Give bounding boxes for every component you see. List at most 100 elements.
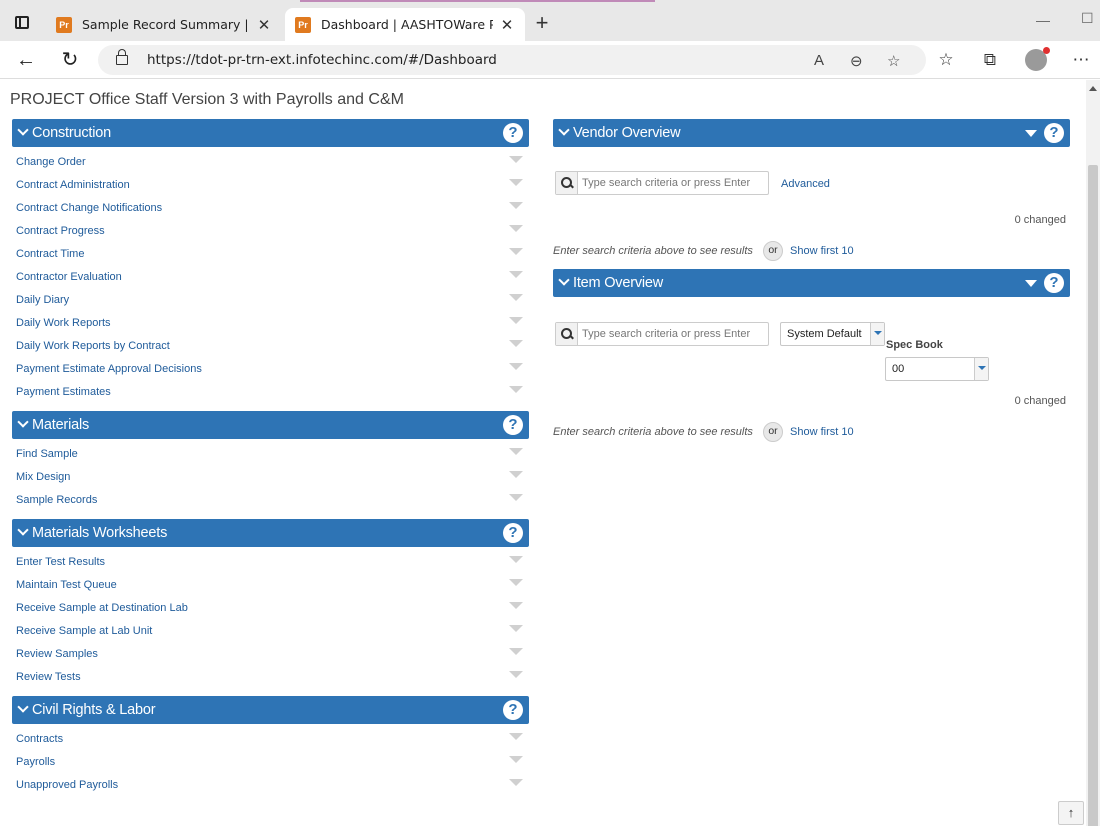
- chevron-down-icon[interactable]: [18, 703, 27, 712]
- component-link[interactable]: Maintain Test Queue: [12, 579, 117, 591]
- component-link[interactable]: Review Tests: [12, 671, 81, 683]
- component-link[interactable]: Contracts: [12, 733, 63, 745]
- component-link[interactable]: Contractor Evaluation: [12, 271, 122, 283]
- dropdown-caret-icon[interactable]: [509, 779, 523, 786]
- dropdown-caret-icon[interactable]: [509, 602, 523, 609]
- component-link[interactable]: Unapproved Payrolls: [12, 779, 118, 791]
- panel-header-materials-worksheets[interactable]: Materials Worksheets ?: [12, 519, 529, 547]
- refresh-icon[interactable]: ↻: [58, 49, 82, 71]
- panel-header-construction[interactable]: Construction ?: [12, 119, 529, 147]
- help-icon[interactable]: ?: [503, 523, 523, 543]
- dropdown-caret-icon[interactable]: [509, 156, 523, 163]
- favorites-icon[interactable]: ☆: [935, 50, 957, 70]
- scroll-up-icon[interactable]: [1089, 86, 1097, 91]
- dropdown-caret-icon[interactable]: [509, 271, 523, 278]
- maximize-icon[interactable]: ☐: [1081, 10, 1094, 27]
- component-link[interactable]: Daily Diary: [12, 294, 69, 306]
- component-link[interactable]: Contract Time: [12, 248, 84, 260]
- tab-actions-icon[interactable]: [8, 13, 36, 37]
- dropdown-caret-icon[interactable]: [509, 471, 523, 478]
- scrollbar-thumb[interactable]: [1088, 165, 1098, 826]
- dropdown-caret-icon[interactable]: [509, 202, 523, 209]
- dropdown-caret-icon[interactable]: [509, 225, 523, 232]
- zoom-out-icon[interactable]: ⊖: [850, 52, 863, 70]
- panel-header-vendor-overview[interactable]: Vendor Overview ?: [553, 119, 1070, 147]
- dropdown-caret-icon[interactable]: [509, 625, 523, 632]
- dropdown-caret-icon[interactable]: [509, 494, 523, 501]
- component-link[interactable]: Contract Change Notifications: [12, 202, 162, 214]
- help-icon[interactable]: ?: [1044, 273, 1064, 293]
- component-link[interactable]: Payment Estimate Approval Decisions: [12, 363, 202, 375]
- component-link[interactable]: Payrolls: [12, 756, 55, 768]
- dropdown-caret-icon[interactable]: [509, 294, 523, 301]
- new-tab-button[interactable]: +: [531, 12, 553, 34]
- dropdown-caret-icon[interactable]: [509, 363, 523, 370]
- minimize-icon[interactable]: —: [1036, 12, 1050, 28]
- browser-tab-dashboard[interactable]: Pr Dashboard | AASHTOWare Project ✕: [285, 8, 525, 41]
- dropdown-caret-icon[interactable]: [509, 317, 523, 324]
- help-icon[interactable]: ?: [503, 123, 523, 143]
- more-menu-icon[interactable]: ⋯: [1070, 50, 1092, 70]
- item-search-input[interactable]: [582, 326, 762, 342]
- lock-icon[interactable]: [116, 49, 128, 65]
- vendor-search-input[interactable]: [582, 175, 762, 191]
- component-link[interactable]: Contract Progress: [12, 225, 105, 237]
- read-aloud-icon[interactable]: A: [814, 52, 824, 69]
- dropdown-caret-icon[interactable]: [509, 733, 523, 740]
- panel-header-civil-rights-labor[interactable]: Civil Rights & Labor ?: [12, 696, 529, 724]
- profile-avatar[interactable]: [1025, 47, 1050, 71]
- add-favorite-icon[interactable]: ☆: [887, 52, 900, 70]
- chevron-down-icon[interactable]: [18, 418, 27, 427]
- close-icon[interactable]: ✕: [256, 16, 272, 34]
- chevron-down-icon[interactable]: [18, 526, 27, 535]
- panel-header-materials[interactable]: Materials ?: [12, 411, 529, 439]
- dropdown-caret-icon[interactable]: [509, 179, 523, 186]
- component-link[interactable]: Payment Estimates: [12, 386, 111, 398]
- search-icon[interactable]: [556, 172, 578, 194]
- dropdown-caret-icon[interactable]: [509, 248, 523, 255]
- close-icon[interactable]: ✕: [499, 16, 515, 34]
- back-arrow-icon[interactable]: ←: [14, 49, 38, 71]
- component-link[interactable]: Contract Administration: [12, 179, 130, 191]
- chevron-down-icon[interactable]: [559, 126, 568, 135]
- dropdown-caret-icon[interactable]: [509, 448, 523, 455]
- search-icon[interactable]: [556, 323, 578, 345]
- spec-book-select[interactable]: 00: [885, 357, 989, 381]
- panel-menu-caret-icon[interactable]: [1025, 130, 1037, 137]
- browser-tab-sample-record[interactable]: Pr Sample Record Summary | AASHTOWare Pr…: [46, 8, 282, 41]
- dropdown-caret-icon[interactable]: [509, 386, 523, 393]
- component-link[interactable]: Receive Sample at Lab Unit: [12, 625, 152, 637]
- advanced-search-link[interactable]: Advanced: [781, 178, 830, 190]
- component-link[interactable]: Review Samples: [12, 648, 98, 660]
- dropdown-caret-icon[interactable]: [509, 671, 523, 678]
- dropdown-caret-icon[interactable]: [509, 756, 523, 763]
- help-icon[interactable]: ?: [503, 415, 523, 435]
- chevron-down-icon[interactable]: [974, 358, 988, 380]
- dropdown-caret-icon[interactable]: [509, 648, 523, 655]
- component-link[interactable]: Daily Work Reports: [12, 317, 111, 329]
- system-default-select[interactable]: System Default: [780, 322, 885, 346]
- chevron-down-icon[interactable]: [18, 126, 27, 135]
- dropdown-caret-icon[interactable]: [509, 579, 523, 586]
- dropdown-caret-icon[interactable]: [509, 556, 523, 563]
- collections-icon[interactable]: ⧉: [979, 50, 1001, 70]
- help-icon[interactable]: ?: [1044, 123, 1064, 143]
- address-bar[interactable]: https://tdot-pr-trn-ext.infotechinc.com/…: [98, 45, 926, 75]
- chevron-down-icon[interactable]: [559, 276, 568, 285]
- panel-menu-caret-icon[interactable]: [1025, 280, 1037, 287]
- component-link[interactable]: Daily Work Reports by Contract: [12, 340, 170, 352]
- help-icon[interactable]: ?: [503, 700, 523, 720]
- url-text[interactable]: https://tdot-pr-trn-ext.infotechinc.com/…: [147, 52, 497, 68]
- page-scrollbar[interactable]: [1086, 80, 1100, 826]
- panel-header-item-overview[interactable]: Item Overview ?: [553, 269, 1070, 297]
- component-link[interactable]: Enter Test Results: [12, 556, 105, 568]
- component-link[interactable]: Sample Records: [12, 494, 97, 506]
- chevron-down-icon[interactable]: [870, 323, 884, 345]
- show-first-10-link[interactable]: Show first 10: [790, 245, 854, 257]
- component-link[interactable]: Mix Design: [12, 471, 70, 483]
- dropdown-caret-icon[interactable]: [509, 340, 523, 347]
- show-first-10-link[interactable]: Show first 10: [790, 426, 854, 438]
- back-to-top-button[interactable]: ↑: [1058, 801, 1084, 825]
- component-link[interactable]: Find Sample: [12, 448, 78, 460]
- component-link[interactable]: Receive Sample at Destination Lab: [12, 602, 188, 614]
